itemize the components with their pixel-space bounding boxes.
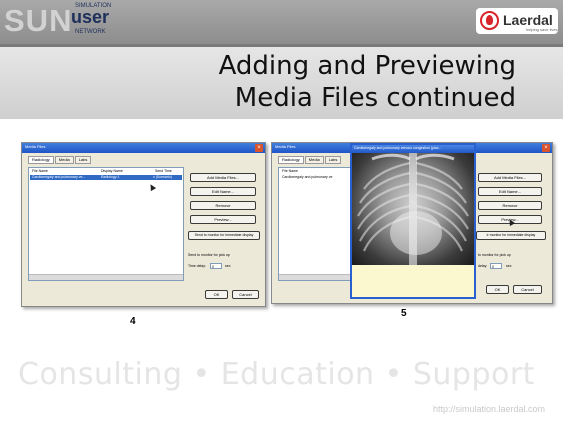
send-immediate-button[interactable]: ir monitor for immediate display [476, 231, 546, 240]
sun-logo-letters: SUN [4, 3, 73, 38]
window-titlebar: Media Files × [22, 143, 265, 153]
chest-xray-image [352, 153, 474, 265]
mouse-pointer-icon [147, 182, 157, 192]
tab-media[interactable]: Media [304, 156, 324, 164]
tab-labs[interactable]: Labs [74, 156, 92, 164]
close-icon[interactable]: × [542, 144, 550, 152]
col-send-time: Send Time [155, 169, 172, 173]
image-preview-window: Cardiomegaly and pulmonary venous conges… [350, 143, 476, 299]
window-title: Media Files [25, 144, 46, 149]
row-file-name: Cardiomegaly and pulmonary ve [282, 175, 333, 179]
time-delay-label: Time delay: [188, 264, 206, 268]
time-delay-unit: sec [506, 264, 512, 268]
laerdal-logo: Laerdal helping save lives [476, 8, 558, 34]
col-display-name: Display Name [101, 169, 123, 173]
tab-media[interactable]: Media [54, 156, 74, 164]
time-delay-input[interactable]: 0 [490, 263, 502, 269]
add-media-files-button[interactable]: Add Media Files... [190, 173, 256, 182]
close-icon[interactable]: × [255, 144, 263, 152]
tab-radiology[interactable]: Radiology [28, 156, 54, 164]
sun-logo-network: NETWORK [75, 29, 106, 35]
header-bar: SUN SIMULATION user NETWORK Laerdal help… [0, 0, 563, 44]
figure-number-5: 5 [401, 308, 407, 319]
row-display-name: Radiology 1 [101, 175, 120, 179]
slide-title: Adding and Previewing Media Files contin… [156, 50, 516, 114]
horizontal-scrollbar[interactable] [29, 274, 183, 280]
remove-button[interactable]: Remove [478, 201, 542, 210]
tab-labs[interactable]: Labs [324, 156, 342, 164]
chest-xray-drawing [357, 153, 469, 265]
preview-titlebar: Cardiomegaly and pulmonary venous conges… [352, 145, 474, 153]
screenshot-media-preview: Media Files × Radiology Media Labs File … [271, 142, 553, 304]
cancel-button[interactable]: Cancel [232, 290, 259, 299]
window-title: Media Files [275, 144, 296, 149]
add-media-files-button[interactable]: Add Media Files... [478, 173, 542, 182]
send-immediate-button[interactable]: Send to monitor for immediate display [188, 231, 260, 240]
col-file-name: File Name [32, 169, 48, 173]
row-send-time: x (Scenario) [153, 175, 172, 179]
footer-tagline: Consulting • Education • Support [18, 357, 535, 392]
preview-button[interactable]: Preview... [190, 215, 256, 224]
laerdal-name: Laerdal [503, 12, 553, 28]
tab-strip: Radiology Media Labs [28, 156, 92, 164]
figure-number-4: 4 [130, 316, 136, 327]
row-file-name: Cardiomegaly and pulmonary ve... [32, 175, 86, 179]
send-pickup-label: to monitor for pick up [478, 253, 511, 257]
cancel-button[interactable]: Cancel [513, 285, 542, 294]
preview-title: Cardiomegaly and pulmonary venous conges… [354, 146, 442, 150]
col-file-name: File Name [282, 169, 298, 173]
send-pickup-label: Send to monitor for pick up [188, 253, 230, 257]
file-list[interactable]: File Name Display Name Send Time Cardiom… [28, 167, 184, 281]
slide-title-line2: Media Files continued [234, 83, 516, 113]
tab-radiology[interactable]: Radiology [278, 156, 304, 164]
sun-logo-user: user [71, 7, 110, 27]
laerdal-tagline: helping save lives [526, 27, 558, 32]
time-delay-label: delay: [478, 264, 488, 268]
edit-name-button[interactable]: Edit Name... [478, 187, 542, 196]
screenshot-media-files-list: Media Files × Radiology Media Labs File … [21, 142, 266, 307]
tab-strip: Radiology Media Labs [278, 156, 342, 164]
preview-empty-area [352, 265, 474, 297]
remove-button[interactable]: Remove [190, 201, 256, 210]
slide: SUN SIMULATION user NETWORK Laerdal help… [0, 0, 563, 422]
ok-button[interactable]: OK [486, 285, 509, 294]
time-delay-input[interactable]: 0 [210, 263, 222, 269]
slide-title-line1: Adding and Previewing [218, 51, 516, 81]
laerdal-emblem-icon [480, 11, 499, 30]
time-delay-unit: sec [225, 264, 231, 268]
footer-url: http://simulation.laerdal.com [432, 404, 545, 414]
ok-button[interactable]: OK [205, 290, 228, 299]
edit-name-button[interactable]: Edit Name... [190, 187, 256, 196]
